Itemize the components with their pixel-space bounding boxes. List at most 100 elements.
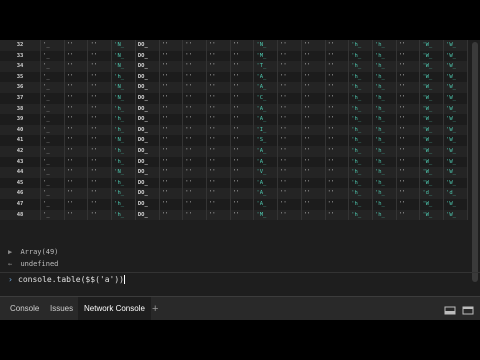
table-cell: '': [230, 188, 255, 199]
table-cell: 'W_: [419, 82, 445, 93]
undock-icon[interactable]: [462, 303, 474, 315]
table-cell: '': [182, 188, 207, 199]
table-cell: '': [87, 82, 113, 93]
table-cell: '': [301, 188, 326, 199]
table-cell: '': [301, 124, 326, 136]
table-cell: '': [301, 40, 326, 51]
table-cell: '': [159, 167, 184, 178]
table-cell: '': [206, 61, 231, 72]
table-cell: 'V_: [253, 167, 279, 178]
table-cell: 'M_: [253, 209, 279, 221]
table-cell: 'h_: [372, 92, 397, 104]
table-cell: 'N_: [111, 92, 136, 104]
table-cell: 'W_: [443, 177, 468, 189]
tab-network-console[interactable]: Network Console: [78, 297, 151, 320]
expand-triangle-icon[interactable]: ▶: [8, 248, 12, 256]
table-cell: '': [396, 71, 421, 83]
table-cell: '': [182, 145, 207, 157]
table-cell: '': [277, 92, 302, 104]
table-cell: '': [87, 167, 113, 178]
table-cell: 'A_: [253, 103, 279, 115]
table-cell: '': [182, 71, 207, 83]
table-cell: '': [64, 198, 89, 210]
table-cell: '': [325, 209, 350, 221]
table-cell: '_: [40, 114, 65, 125]
table-cell: 'W_: [443, 198, 468, 210]
table-cell: 'h_: [348, 50, 373, 62]
row-index: 35: [0, 71, 42, 83]
table-cell: '': [87, 198, 113, 210]
table-cell: '': [87, 61, 113, 72]
table-cell: 'W_: [443, 92, 468, 104]
table-cell: '': [396, 124, 421, 136]
row-index: 45: [0, 177, 42, 189]
table-cell: '': [182, 114, 207, 125]
tab-console[interactable]: Console: [4, 297, 45, 320]
table-cell: DO_: [135, 114, 160, 125]
row-index: 47: [0, 198, 42, 210]
plus-icon[interactable]: +: [152, 297, 158, 320]
table-cell: 'W_: [419, 40, 445, 51]
table-cell: '': [182, 92, 207, 104]
table-cell: '': [64, 156, 89, 168]
table-cell: 'A_: [253, 114, 279, 125]
table-cell: 'A_: [253, 145, 279, 157]
table-cell: '': [325, 50, 350, 62]
table-cell: '': [277, 61, 302, 72]
undefined-result-line: ← undefined: [0, 258, 480, 270]
table-cell: 'h_: [348, 103, 373, 115]
table-cell: 'W_: [419, 92, 445, 104]
tab-issues[interactable]: Issues: [44, 297, 79, 320]
table-row: 44 '_ '' '' 'N_ DO_ '' '' '' '' 'V_ '' '' '''h_'h_ '' '…: [0, 167, 468, 178]
console-log-lines: ▶ Array(49) ← undefined: [0, 246, 480, 270]
table-cell: '': [206, 50, 231, 62]
dock-icon[interactable]: [444, 303, 456, 315]
table-cell: '': [159, 103, 184, 115]
table-cell: '': [325, 61, 350, 72]
table-cell: '': [159, 145, 184, 157]
table-cell: '': [87, 40, 113, 51]
table-cell: 'W_: [419, 209, 445, 221]
table-cell: '': [301, 209, 326, 221]
table-cell: 'h_: [372, 188, 397, 199]
table-cell: '_: [40, 92, 65, 104]
table-cell: DO_: [135, 40, 160, 51]
table-cell: '': [87, 50, 113, 62]
table-cell: '': [230, 167, 255, 178]
table-cell: 'h_: [348, 198, 373, 210]
table-cell: 'S_: [253, 135, 279, 146]
table-cell: 'W_: [443, 103, 468, 115]
table-cell: DO_: [135, 103, 160, 115]
table-cell: '': [159, 50, 184, 62]
row-index: 33: [0, 50, 42, 62]
table-cell: 'h_: [111, 156, 136, 168]
table-cell: '': [206, 135, 231, 146]
table-cell: 'N_: [111, 40, 136, 51]
table-cell: 'h_: [372, 156, 397, 168]
table-cell: 'h_: [348, 92, 373, 104]
table-cell: '': [325, 114, 350, 125]
table-cell: 'A_: [253, 177, 279, 189]
table-cell: 'W_: [419, 71, 445, 83]
table-cell: '': [64, 124, 89, 136]
table-cell: 'T_: [253, 61, 279, 72]
table-cell: '': [64, 50, 89, 62]
table-cell: '': [301, 177, 326, 189]
console-input[interactable]: console.table($$('a')): [18, 275, 125, 284]
table-cell: '': [277, 156, 302, 168]
table-row: 47 '_ '' '''h_ DO_ '' '' '' '' 'A_ '' '' '''h_'h_ '' '…: [0, 198, 468, 210]
table-cell: '': [396, 61, 421, 72]
table-cell: '': [206, 198, 231, 210]
table-cell: 'h_: [372, 40, 397, 51]
array-summary-line[interactable]: ▶ Array(49): [0, 246, 480, 258]
table-cell: '': [230, 82, 255, 93]
console-prompt[interactable]: › console.table($$('a')): [0, 272, 480, 287]
tab-issues-label: Issues: [50, 304, 74, 313]
devtools-window: 32 '_ '' '' 'N_ DO_ '' '' '' '' 'N_ '' '' '''h_'h_ '' '…: [0, 40, 480, 320]
table-row: 40 '_ '' '''h_ DO_ '' '' '' '' 'I_ '' '' '''h_'h_ '' '…: [0, 124, 468, 136]
table-cell: '': [64, 135, 89, 146]
table-cell: 'h_: [372, 50, 397, 62]
table-cell: '': [230, 114, 255, 125]
table-cell: '': [301, 198, 326, 210]
table-cell: '': [325, 103, 350, 115]
